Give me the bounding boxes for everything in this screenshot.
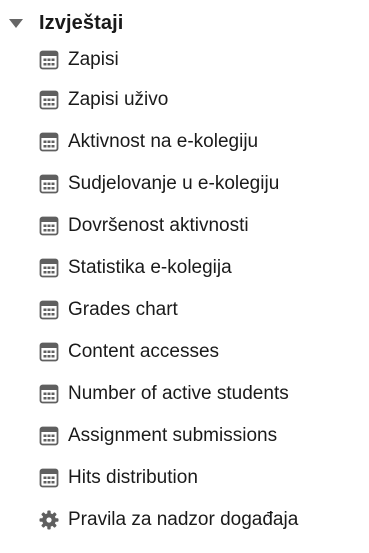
report-item-label: Number of active students bbox=[68, 383, 289, 404]
report-item-label: Aktivnost na e-kolegiju bbox=[68, 131, 259, 152]
report-item-label: Zapisi uživo bbox=[68, 89, 169, 110]
report-item-zapisi[interactable]: Zapisi bbox=[38, 41, 298, 79]
report-item-statistika[interactable]: Statistika e-kolegija bbox=[38, 247, 298, 289]
report-item-aktivnost[interactable]: Aktivnost na e-kolegiju bbox=[38, 121, 298, 163]
report-item-label: Dovršenost aktivnosti bbox=[68, 215, 249, 236]
report-icon bbox=[39, 384, 59, 404]
report-icon bbox=[39, 468, 59, 488]
report-icon bbox=[39, 50, 59, 70]
report-icon bbox=[39, 90, 59, 110]
report-item-grades-chart[interactable]: Grades chart bbox=[38, 289, 298, 331]
gear-icon bbox=[39, 510, 59, 530]
report-item-assignment-submissions[interactable]: Assignment submissions bbox=[38, 415, 298, 457]
report-item-zapisi-uzivo[interactable]: Zapisi uživo bbox=[38, 79, 298, 121]
caret-down-icon bbox=[9, 18, 23, 28]
report-item-label: Zapisi bbox=[68, 49, 119, 70]
reports-section-toggle[interactable]: Izvještaji bbox=[8, 8, 123, 38]
report-item-label: Statistika e-kolegija bbox=[68, 257, 232, 278]
report-item-hits-distribution[interactable]: Hits distribution bbox=[38, 457, 298, 499]
report-item-label: Pravila za nadzor događaja bbox=[68, 509, 299, 530]
report-icon bbox=[39, 258, 59, 278]
report-item-label: Sudjelovanje u e-kolegiju bbox=[68, 173, 280, 194]
report-icon bbox=[39, 174, 59, 194]
report-icon bbox=[39, 300, 59, 320]
report-item-label: Assignment submissions bbox=[68, 425, 278, 446]
report-item-label: Hits distribution bbox=[68, 467, 198, 488]
reports-section-title: Izvještaji bbox=[39, 11, 124, 34]
report-item-dovrsenost[interactable]: Dovršenost aktivnosti bbox=[38, 205, 298, 247]
report-item-event-monitoring[interactable]: Pravila za nadzor događaja bbox=[38, 499, 298, 541]
report-item-sudjelovanje[interactable]: Sudjelovanje u e-kolegiju bbox=[38, 163, 298, 205]
report-icon bbox=[39, 342, 59, 362]
report-icon bbox=[39, 426, 59, 446]
reports-list: Zapisi Zapisi uživo Aktivnost na e-koleg… bbox=[38, 49, 298, 541]
report-item-label: Grades chart bbox=[68, 299, 178, 320]
report-item-content-accesses[interactable]: Content accesses bbox=[38, 331, 298, 373]
report-item-label: Content accesses bbox=[68, 341, 220, 362]
report-icon bbox=[39, 216, 59, 236]
report-item-active-students[interactable]: Number of active students bbox=[38, 373, 298, 415]
report-icon bbox=[39, 132, 59, 152]
